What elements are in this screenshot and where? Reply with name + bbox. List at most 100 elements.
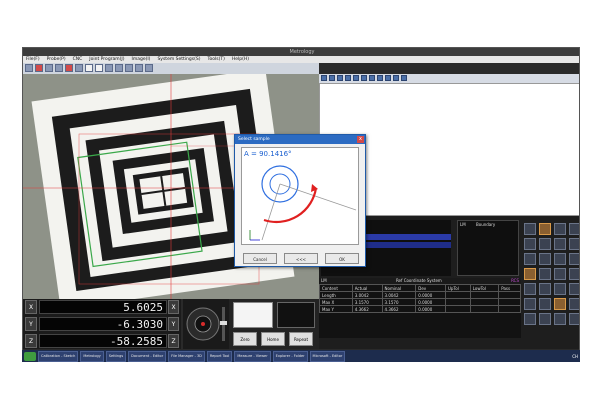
- taskbar-item[interactable]: Settings: [105, 350, 127, 362]
- taskbar-item[interactable]: Measure - Viewer: [234, 350, 271, 362]
- ellipse-icon[interactable]: [369, 75, 375, 81]
- distance-icon[interactable]: [385, 75, 391, 81]
- alarm-icon[interactable]: [65, 64, 73, 72]
- angle-icon[interactable]: [377, 75, 383, 81]
- taskbar-item[interactable]: Explorer - Folder: [272, 350, 308, 362]
- line-icon[interactable]: [337, 75, 343, 81]
- taskbar-item[interactable]: File Manager - 3D: [168, 350, 205, 362]
- menu-help[interactable]: Help(H): [232, 56, 249, 63]
- measure-tool-palette: [521, 220, 579, 338]
- col-nominal: Nominal: [381, 284, 417, 292]
- layout-icon[interactable]: [95, 64, 103, 72]
- circle-icon[interactable]: [345, 75, 351, 81]
- table-row[interactable]: Max Y 4.3662 4.3662 0.0000: [319, 305, 521, 313]
- home-button[interactable]: Home: [261, 332, 285, 346]
- menu-probe[interactable]: Probe(P): [47, 56, 66, 63]
- taskbar-item[interactable]: Document - Editor: [128, 350, 167, 362]
- cell-dev: 0.0000: [415, 298, 446, 306]
- taskbar-item[interactable]: Report Tool: [206, 350, 233, 362]
- tool-run-icon[interactable]: [554, 298, 566, 310]
- rectangle-icon[interactable]: [361, 75, 367, 81]
- arc-icon[interactable]: [353, 75, 359, 81]
- record-icon[interactable]: [35, 64, 43, 72]
- tool-origin-icon[interactable]: [554, 283, 566, 295]
- zoom-in-icon[interactable]: [401, 75, 407, 81]
- pause-icon[interactable]: [55, 64, 63, 72]
- menu-system-settings[interactable]: System Settings(S): [157, 56, 200, 63]
- tool-align-icon[interactable]: [539, 283, 551, 295]
- x-axis-row: X 5.6025 X: [25, 300, 181, 314]
- y-zero-button[interactable]: Y: [168, 317, 179, 331]
- repeat-button[interactable]: Repeat: [289, 332, 313, 346]
- page-icon[interactable]: [85, 64, 93, 72]
- tool-focus-icon[interactable]: [524, 268, 536, 280]
- cell-name: Length: [319, 291, 353, 299]
- point-icon[interactable]: [329, 75, 335, 81]
- tool-save-icon[interactable]: [524, 313, 536, 325]
- capture-icon[interactable]: [135, 64, 143, 72]
- play-icon[interactable]: [45, 64, 53, 72]
- taskbar-item[interactable]: Metrology: [80, 350, 104, 362]
- joystick-panel[interactable]: [183, 299, 229, 349]
- tool-slot-icon[interactable]: [554, 238, 566, 250]
- tool-report-icon[interactable]: [524, 298, 536, 310]
- tool-mid-icon[interactable]: [569, 253, 579, 265]
- taskbar-item[interactable]: Microsoft - Editor: [309, 350, 346, 362]
- zero-button[interactable]: Zero: [233, 332, 257, 346]
- tool-export-icon[interactable]: [539, 298, 551, 310]
- cell-actual: 4.3662: [351, 305, 383, 313]
- tool-settings-icon[interactable]: [569, 313, 579, 325]
- tool-angle-icon[interactable]: [539, 253, 551, 265]
- dialog-close-button[interactable]: x: [357, 136, 364, 143]
- cancel-button[interactable]: Cancel: [243, 253, 277, 264]
- grid-icon[interactable]: [105, 64, 113, 72]
- z-zero-button[interactable]: Z: [168, 334, 179, 348]
- tool-stop-icon[interactable]: [569, 298, 579, 310]
- taskbar-item[interactable]: Calibration - Sketch: [38, 350, 79, 362]
- stop-icon[interactable]: [25, 64, 33, 72]
- start-button[interactable]: [24, 351, 36, 361]
- settings-icon[interactable]: [125, 64, 133, 72]
- tool-point-icon[interactable]: [524, 223, 536, 235]
- taskbar: Calibration - Sketch Metrology Settings …: [22, 350, 580, 362]
- tool-rect-icon[interactable]: [539, 238, 551, 250]
- menu-joint-program[interactable]: Joint Program(J): [89, 56, 124, 63]
- tool-open-icon[interactable]: [539, 313, 551, 325]
- system-tray[interactable]: CH: [572, 354, 578, 359]
- tool-distance-icon[interactable]: [524, 253, 536, 265]
- tool-delete-icon[interactable]: [554, 313, 566, 325]
- menu-tools[interactable]: Tools(T): [207, 56, 224, 63]
- boundary-panel: LM Boundary: [457, 220, 519, 276]
- tool-contour-icon[interactable]: [569, 268, 579, 280]
- tool-ellipse-icon[interactable]: [524, 238, 536, 250]
- camera-icon[interactable]: [75, 64, 83, 72]
- tool-line-icon[interactable]: [539, 223, 551, 235]
- dialog-title: Select sample: [235, 135, 365, 144]
- tool-curve-icon[interactable]: [569, 238, 579, 250]
- joystick-dial[interactable]: [183, 299, 229, 349]
- tool-rotate-icon[interactable]: [569, 283, 579, 295]
- x-zero-button[interactable]: X: [168, 300, 179, 314]
- tool-edge-icon[interactable]: [539, 268, 551, 280]
- tool-intersect-icon[interactable]: [554, 253, 566, 265]
- tool-coord-icon[interactable]: [524, 283, 536, 295]
- cell-actual: 3.0042: [351, 291, 383, 299]
- main-toolbar: [23, 63, 319, 74]
- tool-peak-icon[interactable]: [554, 268, 566, 280]
- col-lowtol: LowTol: [469, 284, 500, 292]
- menu-cnc[interactable]: CNC: [73, 56, 83, 63]
- tool-arc-icon[interactable]: [569, 223, 579, 235]
- measurement-table: LM Ref Coordinate System RCS Content Act…: [319, 278, 521, 338]
- select-icon[interactable]: [321, 75, 327, 81]
- ok-button[interactable]: OK: [325, 253, 359, 264]
- menu-image[interactable]: Image(I): [132, 56, 151, 63]
- tool-circle-icon[interactable]: [554, 223, 566, 235]
- measurement-grid: Content Actual Nominal Dev UpTol LowTol …: [319, 284, 521, 313]
- zoom-icon[interactable]: [115, 64, 123, 72]
- menu-file[interactable]: File(F): [26, 56, 40, 63]
- focus-icon[interactable]: [145, 64, 153, 72]
- table-row[interactable]: Length 3.0042 3.0042 0.0000: [319, 291, 521, 299]
- table-row[interactable]: Max X 3.1570 3.1570 0.0000: [319, 298, 521, 306]
- fit-icon[interactable]: [393, 75, 399, 81]
- back-button[interactable]: <<<: [284, 253, 318, 264]
